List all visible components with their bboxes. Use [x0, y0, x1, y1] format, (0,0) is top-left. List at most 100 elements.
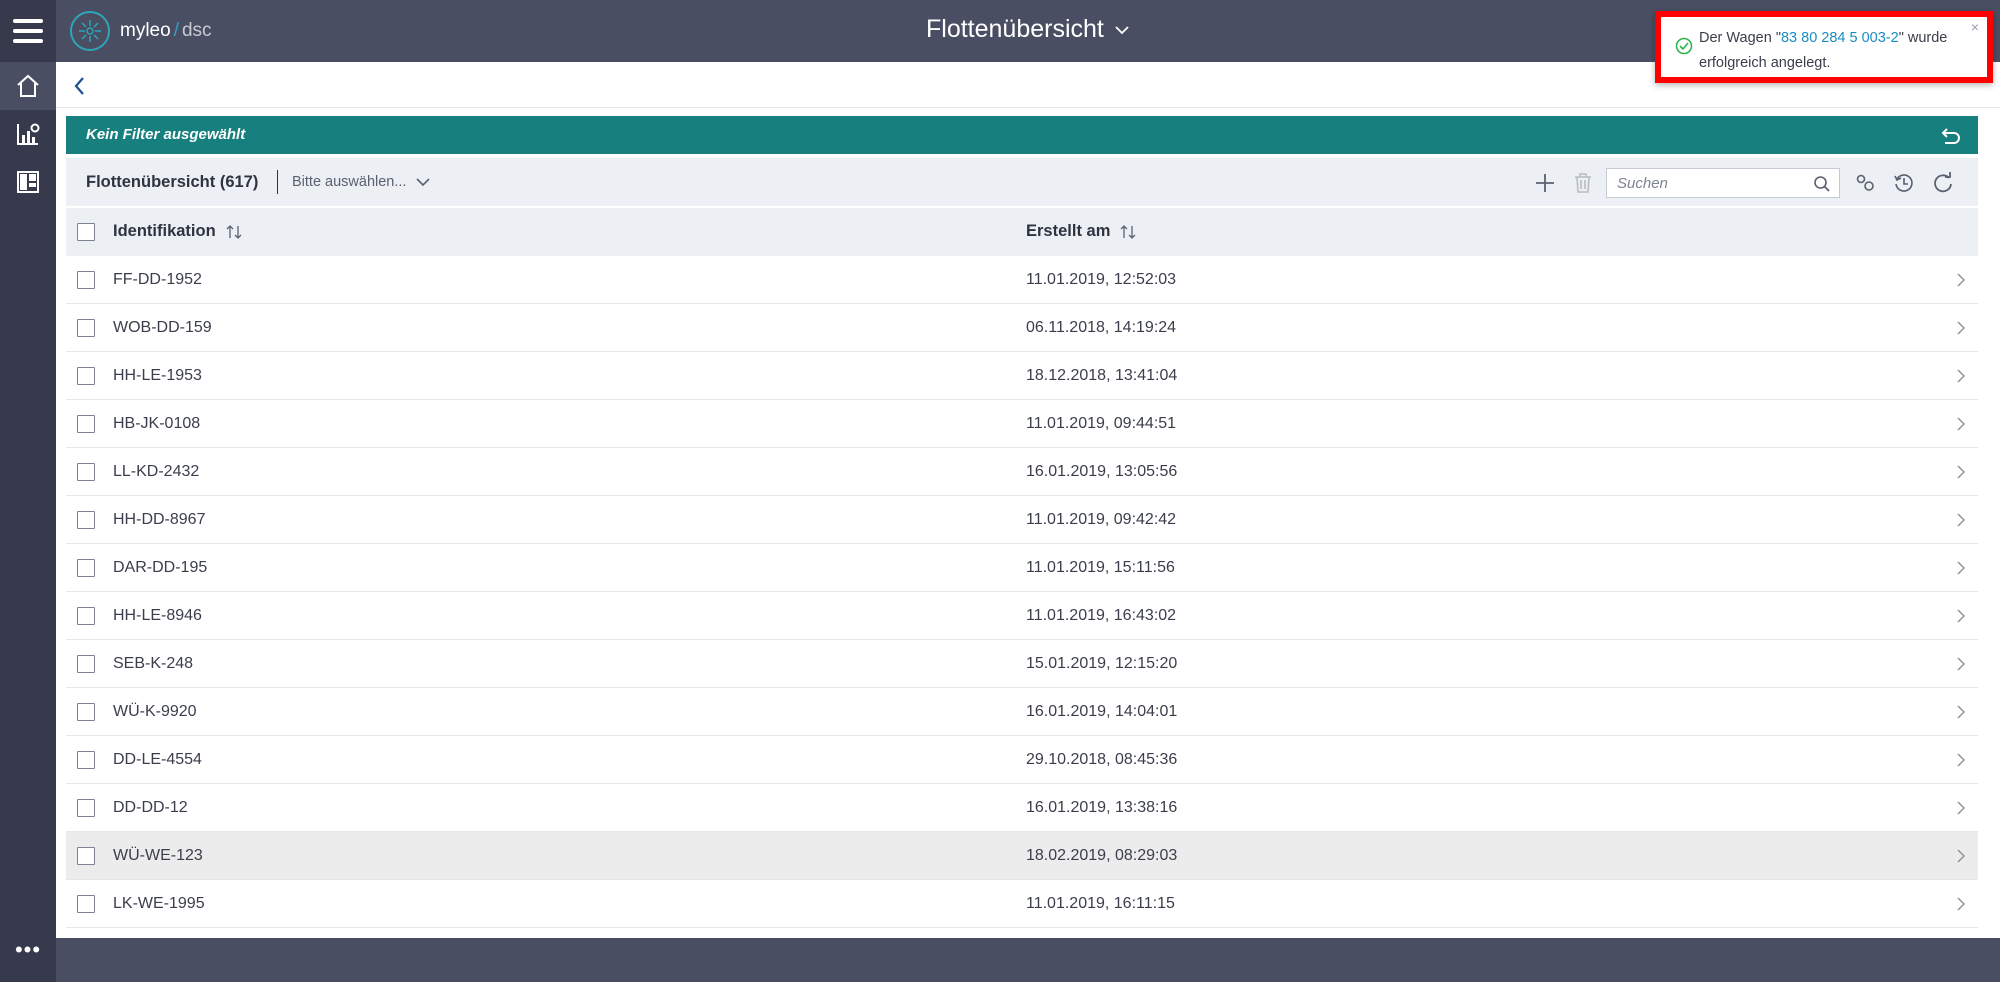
column-header-identifikation[interactable]: Identifikation: [113, 222, 242, 241]
dashboard-icon: [17, 171, 39, 193]
toolbar-divider: [277, 170, 278, 194]
row-created-at: 16.01.2019, 13:38:16: [1026, 799, 1178, 816]
search-input[interactable]: [1607, 169, 1807, 197]
side-rail: •••: [0, 0, 56, 982]
row-checkbox[interactable]: [77, 751, 95, 769]
row-created-at: 11.01.2019, 12:52:03: [1026, 271, 1177, 288]
row-created-at: 15.01.2019, 12:15:20: [1026, 655, 1178, 672]
filter-bar: Kein Filter ausgewählt: [66, 116, 1978, 154]
row-created-at: 18.12.2018, 13:41:04: [1026, 367, 1178, 384]
back-arrow-icon[interactable]: [70, 74, 90, 98]
row-checkbox[interactable]: [77, 847, 95, 865]
chevron-right-icon[interactable]: [1956, 513, 1966, 527]
row-checkbox[interactable]: [77, 367, 95, 385]
chevron-right-icon[interactable]: [1956, 561, 1966, 575]
view-select-value: Bitte auswählen...: [292, 174, 407, 190]
table-body: FF-DD-1952 11.01.2019, 12:52:03 WOB-DD-159…: [66, 256, 1978, 928]
refresh-icon: [1934, 172, 1952, 193]
settings-button[interactable]: [1852, 170, 1878, 196]
refresh-button[interactable]: [1930, 170, 1956, 196]
row-created-at: 11.01.2019, 09:44:51: [1026, 415, 1177, 432]
row-identifikation: DD-DD-12: [113, 799, 188, 816]
brand-logo[interactable]: myleo / dsc: [70, 11, 212, 51]
sort-icon: [1120, 224, 1136, 239]
chevron-right-icon[interactable]: [1956, 657, 1966, 671]
row-created-at: 11.01.2019, 15:11:56: [1026, 559, 1175, 576]
reset-filter-icon[interactable]: [1940, 124, 1962, 146]
table-row[interactable]: HH-LE-1953 18.12.2018, 13:41:04: [66, 352, 1978, 400]
toast-wagon-link[interactable]: 83 80 284 5 003-2: [1781, 30, 1899, 46]
chevron-right-icon[interactable]: [1956, 273, 1966, 287]
chevron-right-icon[interactable]: [1956, 801, 1966, 815]
search-icon[interactable]: [1813, 175, 1831, 193]
row-checkbox[interactable]: [77, 703, 95, 721]
row-created-at: 18.02.2019, 08:29:03: [1026, 847, 1178, 864]
chart-settings-icon: [17, 123, 40, 145]
sort-icon: [226, 224, 242, 239]
row-checkbox[interactable]: [77, 799, 95, 817]
table-row[interactable]: DAR-DD-195 11.01.2019, 15:11:56: [66, 544, 1978, 592]
toast-close-icon[interactable]: ×: [1971, 19, 1979, 35]
row-checkbox[interactable]: [77, 559, 95, 577]
table-row[interactable]: WOB-DD-159 06.11.2018, 14:19:24: [66, 304, 1978, 352]
footer-bar: [56, 938, 2000, 982]
row-identifikation: LK-WE-1995: [113, 895, 205, 912]
chevron-right-icon[interactable]: [1956, 753, 1966, 767]
row-checkbox[interactable]: [77, 655, 95, 673]
row-identifikation: DAR-DD-195: [113, 559, 208, 576]
chevron-right-icon[interactable]: [1956, 321, 1966, 335]
logo-icon: [70, 11, 110, 51]
rail-item-analytics[interactable]: [0, 110, 56, 158]
table-row[interactable]: SEB-K-248 15.01.2019, 12:15:20: [66, 640, 1978, 688]
chevron-right-icon[interactable]: [1956, 369, 1966, 383]
row-checkbox[interactable]: [77, 463, 95, 481]
row-checkbox[interactable]: [77, 511, 95, 529]
table-row[interactable]: WÜ-K-9920 16.01.2019, 14:04:01: [66, 688, 1978, 736]
table-row[interactable]: DD-LE-4554 29.10.2018, 08:45:36: [66, 736, 1978, 784]
add-button[interactable]: [1532, 170, 1558, 196]
row-checkbox[interactable]: [77, 319, 95, 337]
page-title-dropdown[interactable]: Flottenübersicht: [926, 15, 1130, 44]
chevron-right-icon[interactable]: [1956, 897, 1966, 911]
table-row[interactable]: FF-DD-1952 11.01.2019, 12:52:03: [66, 256, 1978, 304]
row-created-at: 06.11.2018, 14:19:24: [1026, 319, 1177, 336]
brand-slash: /: [173, 20, 179, 41]
row-checkbox[interactable]: [77, 271, 95, 289]
search-box: [1606, 168, 1840, 198]
column-label: Identifikation: [113, 222, 216, 240]
row-identifikation: DD-LE-4554: [113, 751, 202, 768]
chevron-down-icon: [1115, 25, 1129, 34]
row-identifikation: WOB-DD-159: [113, 319, 212, 336]
menu-button[interactable]: [0, 0, 56, 62]
rail-item-home[interactable]: [0, 62, 56, 110]
column-header-erstellt-am[interactable]: Erstellt am: [1026, 222, 1136, 241]
table-row[interactable]: DD-DD-12 16.01.2019, 13:38:16: [66, 784, 1978, 832]
chevron-right-icon[interactable]: [1956, 849, 1966, 863]
chevron-right-icon[interactable]: [1956, 705, 1966, 719]
toast-message: Der Wagen "83 80 284 5 003-2" wurde erfo…: [1699, 26, 1969, 76]
history-button[interactable]: [1891, 170, 1917, 196]
row-checkbox[interactable]: [77, 607, 95, 625]
row-identifikation: HH-LE-1953: [113, 367, 202, 384]
main-content: Kein Filter ausgewählt Flottenübersicht …: [56, 62, 2000, 938]
chevron-right-icon[interactable]: [1956, 417, 1966, 431]
row-checkbox[interactable]: [77, 415, 95, 433]
table-row[interactable]: LK-WE-1995 11.01.2019, 16:11:15: [66, 880, 1978, 928]
brand-main: myleo: [120, 20, 171, 41]
select-all-checkbox[interactable]: [77, 223, 95, 241]
table-row[interactable]: HB-JK-0108 11.01.2019, 09:44:51: [66, 400, 1978, 448]
delete-button[interactable]: [1570, 170, 1596, 196]
row-checkbox[interactable]: [77, 895, 95, 913]
table-row[interactable]: HH-DD-8967 11.01.2019, 09:42:42: [66, 496, 1978, 544]
view-select[interactable]: Bitte auswählen...: [292, 174, 431, 190]
table-row[interactable]: WÜ-WE-123 18.02.2019, 08:29:03: [66, 832, 1978, 880]
toast-prefix: Der Wagen ": [1699, 30, 1781, 46]
row-identifikation: WÜ-WE-123: [113, 847, 203, 864]
chevron-right-icon[interactable]: [1956, 609, 1966, 623]
table-row[interactable]: LL-KD-2432 16.01.2019, 13:05:56: [66, 448, 1978, 496]
rail-item-dashboard[interactable]: [0, 158, 56, 206]
more-icon[interactable]: •••: [0, 930, 56, 970]
row-created-at: 29.10.2018, 08:45:36: [1026, 751, 1178, 768]
table-row[interactable]: HH-LE-8946 11.01.2019, 16:43:02: [66, 592, 1978, 640]
chevron-right-icon[interactable]: [1956, 465, 1966, 479]
